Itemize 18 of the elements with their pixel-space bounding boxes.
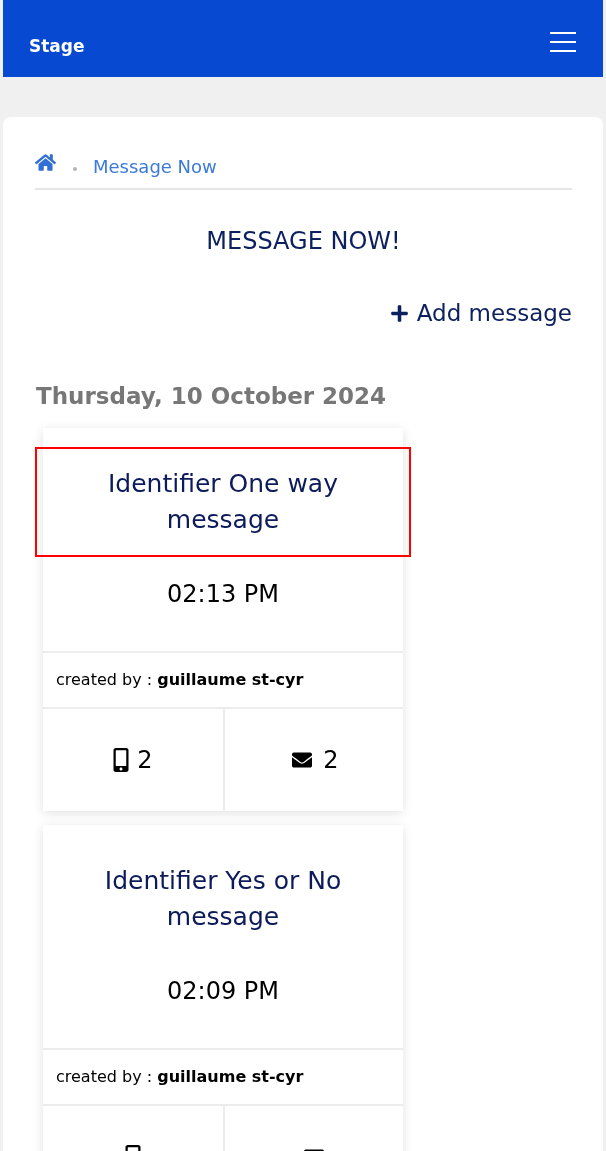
home-icon[interactable] [35, 153, 56, 172]
menu-icon [550, 31, 576, 52]
page-title: MESSAGE NOW! [205, 226, 402, 256]
recipient-count: 2 [323, 745, 339, 775]
message-time: 02:13 PM [167, 579, 279, 609]
date-heading: Thursday, 10 October 2024 [36, 382, 388, 411]
menu-button[interactable] [550, 31, 576, 52]
created-by-text: created by : guillaume st-cyr [56, 669, 304, 691]
plus-icon [389, 303, 409, 323]
separator-dot-icon [73, 167, 77, 171]
message-title: Identifier Yes or No message [103, 865, 343, 933]
created-by-text: created by : guillaume st-cyr [56, 1066, 304, 1088]
add-message-button[interactable]: Add message [389, 298, 572, 328]
message-title: Identifier One way message [35, 447, 411, 557]
recipient-count: 2 [137, 745, 153, 775]
message-time: 02:09 PM [167, 976, 279, 1006]
breadcrumb-link[interactable]: Message Now [93, 154, 217, 180]
app-title: Stage [29, 34, 85, 58]
